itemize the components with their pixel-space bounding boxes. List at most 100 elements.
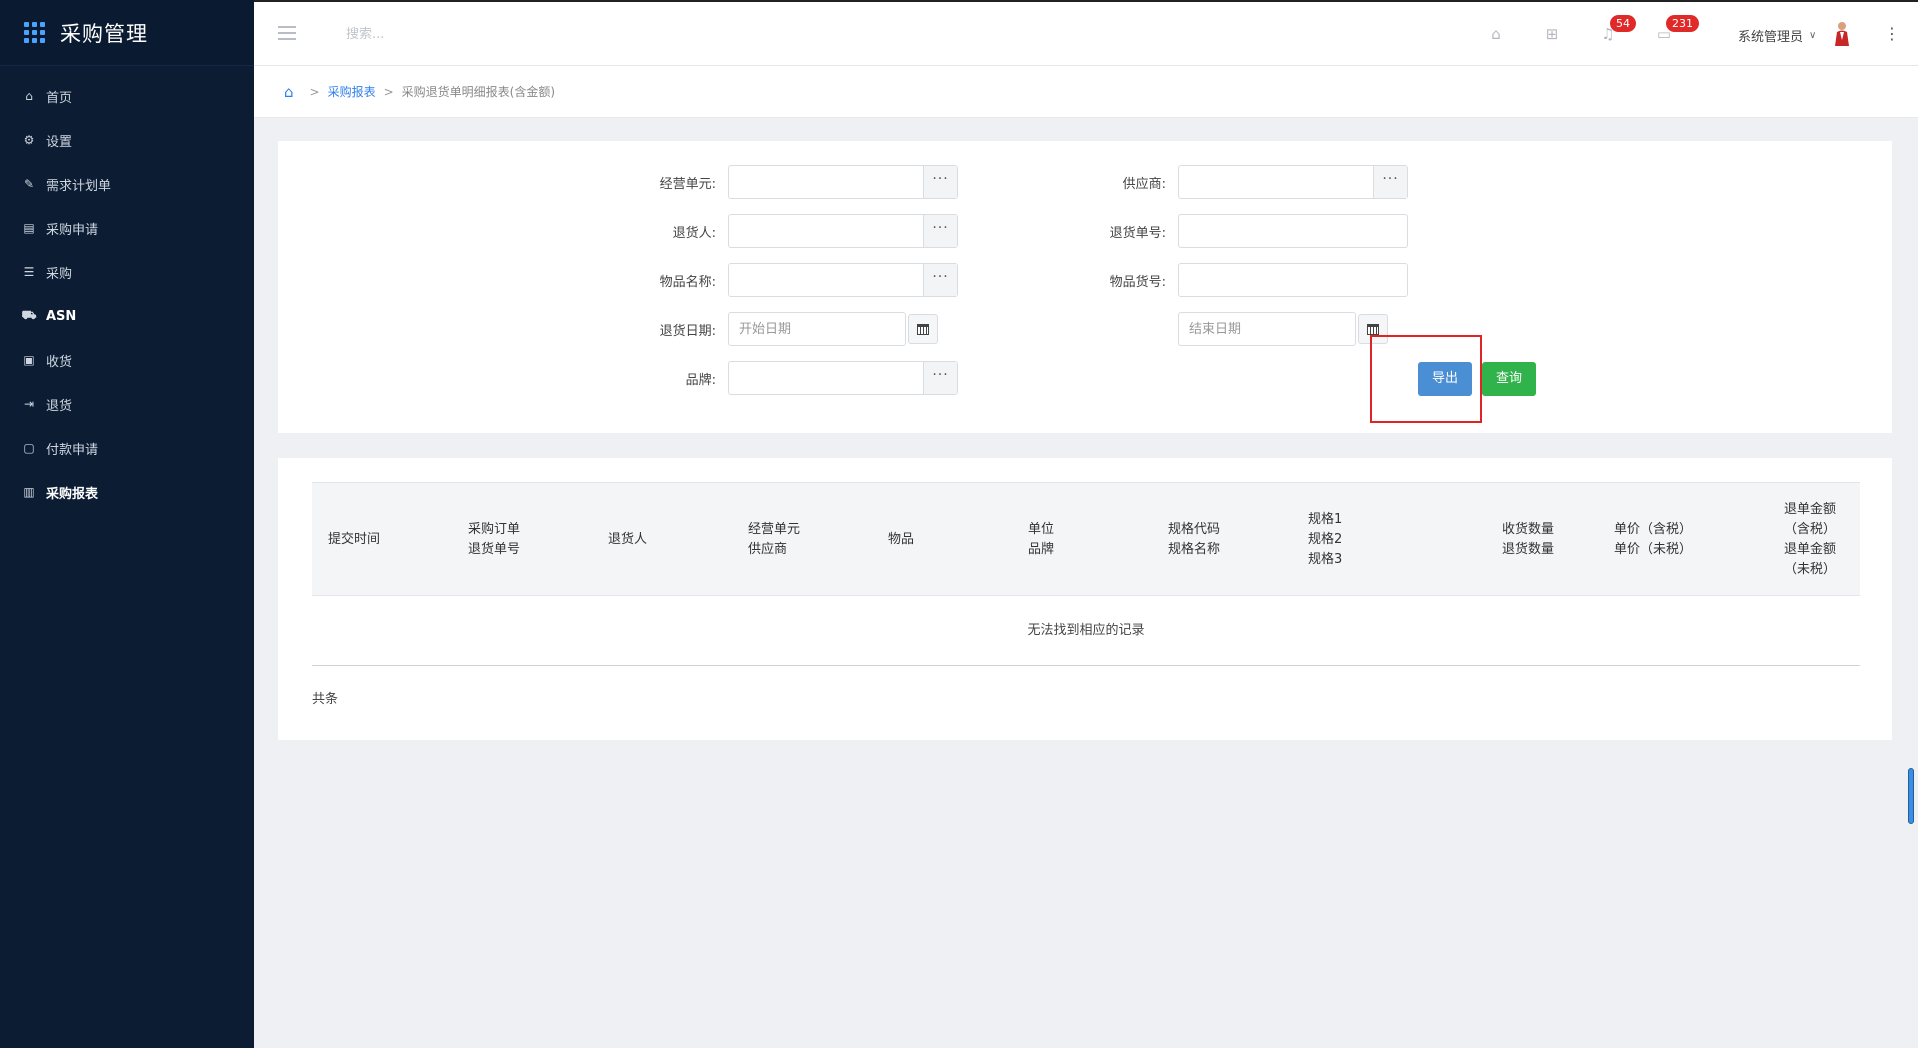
sidebar-item-label: 首页 (46, 90, 73, 106)
column-header-item[interactable]: 物品 (888, 483, 914, 597)
start-date-calendar-button[interactable] (908, 314, 938, 344)
brand-field[interactable]: ··· (728, 361, 958, 395)
item-code-input[interactable] (1179, 264, 1407, 296)
list-doc-icon: ☰ (23, 265, 35, 279)
highlight-box (1370, 335, 1482, 423)
breadcrumb-separator: > (309, 84, 320, 99)
returner-field[interactable]: ··· (728, 214, 958, 248)
table-header: 提交时间 采购订单 退货单号 退货人 经营单元 供应商 物品 单位 品牌 规格代… (312, 482, 1860, 596)
breadcrumb-link-report[interactable]: 采购报表 (328, 83, 376, 100)
sidebar-item-label: 设置 (46, 134, 73, 150)
filter-brand: 品牌: ··· (626, 361, 958, 395)
returner-label: 退货人: (672, 225, 716, 241)
apps-grid-icon[interactable] (24, 21, 46, 44)
column-header-quantities[interactable]: 收货数量 退货数量 (1502, 483, 1554, 597)
sidebar-item-home[interactable]: ⌂ 首页 (0, 74, 254, 118)
business-unit-picker-button[interactable]: ··· (923, 166, 957, 198)
sidebar-item-label: 需求计划单 (46, 178, 112, 194)
sidebar-item-label: 退货 (46, 398, 73, 414)
query-button[interactable]: 查询 (1482, 362, 1536, 396)
item-code-label: 物品货号: (1109, 274, 1166, 290)
notifications-badge: 54 (1610, 15, 1636, 32)
start-date-field[interactable] (728, 312, 906, 346)
sidebar-item-label: 收货 (46, 354, 73, 370)
end-date-input[interactable] (1179, 313, 1355, 345)
item-name-field[interactable]: ··· (728, 263, 958, 297)
scroll-handle[interactable] (1908, 768, 1914, 824)
start-date-input[interactable] (729, 313, 905, 345)
sidebar: 采购管理 ⌂ 首页 ⚙ 设置 ✎ 需求计划单 ▤ 采购申请 ☰ 采购 ⛟ ASN… (0, 0, 254, 1048)
column-header-unit-prices[interactable]: 单价（含税） 单价（未税） (1614, 483, 1692, 597)
filter-item-name: 物品名称: ··· (626, 263, 958, 297)
sidebar-item-label: 采购报表 (46, 486, 99, 502)
business-unit-field[interactable]: ··· (728, 165, 958, 199)
column-header-unit-brand[interactable]: 单位 品牌 (1028, 483, 1054, 597)
sidebar-item-purchase-request[interactable]: ▤ 采购申请 (0, 206, 254, 250)
filter-return-date-end (1178, 312, 1388, 346)
bar-chart-icon: ▥ (23, 485, 35, 499)
messages-badge: 231 (1666, 15, 1699, 32)
sidebar-item-label: 采购申请 (46, 222, 99, 238)
sidebar-item-label: 采购 (46, 266, 73, 282)
sidebar-item-receiving[interactable]: ▣ 收货 (0, 338, 254, 382)
brand-header: 采购管理 (0, 0, 254, 66)
filter-business-unit: 经营单元: ··· (626, 165, 958, 199)
sidebar-item-purchase-report[interactable]: ▥ 采购报表 (0, 470, 254, 514)
supplier-picker-button[interactable]: ··· (1373, 166, 1407, 198)
sidebar-item-asn[interactable]: ⛟ ASN (0, 294, 254, 338)
filter-return-no: 退货单号: (1076, 214, 1408, 248)
sidebar-item-purchase[interactable]: ☰ 采购 (0, 250, 254, 294)
calendar-icon (917, 323, 929, 335)
chevron-down-icon: ∨ (1809, 30, 1817, 41)
payment-doc-icon: ▢ (23, 441, 35, 455)
clipboard-icon: ▤ (23, 221, 35, 235)
column-header-business-unit-supplier[interactable]: 经营单元 供应商 (748, 483, 800, 597)
end-date-field[interactable] (1178, 312, 1356, 346)
avatar[interactable] (1832, 20, 1852, 46)
top-bar: ⌂ ⊞ ♫ 54 ▭ 231 系统管理员 ∨ ⋮ (254, 0, 1918, 66)
sidebar-item-settings[interactable]: ⚙ 设置 (0, 118, 254, 162)
inbox-icon: ▣ (23, 353, 35, 367)
home-icon: ⌂ (25, 89, 33, 103)
sidebar-item-label: 付款申请 (46, 442, 99, 458)
column-header-order-return-no[interactable]: 采购订单 退货单号 (468, 483, 520, 597)
brand-label: 品牌: (685, 372, 716, 388)
bell-icon[interactable]: ♫ 54 (1598, 15, 1636, 44)
return-no-input[interactable] (1179, 215, 1407, 247)
column-header-specs[interactable]: 规格1 规格2 规格3 (1308, 483, 1342, 597)
return-no-label: 退货单号: (1109, 225, 1166, 241)
return-no-field[interactable] (1178, 214, 1408, 248)
message-icon[interactable]: ▭ 231 (1654, 15, 1699, 44)
filter-item-code: 物品货号: (1076, 263, 1408, 297)
empty-state-message: 无法找到相应的记录 (312, 596, 1860, 666)
filter-return-date-start: 退货日期: (626, 312, 938, 346)
app-title: 采购管理 (60, 21, 148, 46)
search-input[interactable] (346, 24, 566, 44)
menu-toggle-icon[interactable] (278, 26, 296, 40)
item-name-picker-button[interactable]: ··· (923, 264, 957, 296)
item-code-field[interactable] (1178, 263, 1408, 297)
user-menu[interactable]: 系统管理员 ∨ (1738, 26, 1816, 45)
gear-icon: ⚙ (23, 133, 35, 147)
sidebar-item-demand-plan[interactable]: ✎ 需求计划单 (0, 162, 254, 206)
column-header-spec-code-name[interactable]: 规格代码 规格名称 (1168, 483, 1220, 597)
sidebar-item-payment-request[interactable]: ▢ 付款申请 (0, 426, 254, 470)
grid-icon[interactable]: ⊞ (1542, 24, 1562, 44)
sidebar-item-label: ASN (46, 308, 77, 324)
breadcrumb: ⌂ > 采购报表 > 采购退货单明细报表(含金额) (254, 66, 1918, 118)
document-edit-icon: ✎ (23, 177, 35, 191)
returner-picker-button[interactable]: ··· (923, 215, 957, 247)
home-icon[interactable]: ⌂ (284, 83, 294, 101)
sidebar-item-return[interactable]: ⇥ 退货 (0, 382, 254, 426)
column-header-return-amounts[interactable]: 退单金额 （含税） 退单金额 （未税） (1784, 483, 1836, 597)
brand-picker-button[interactable]: ··· (923, 362, 957, 394)
sign-out-icon: ⇥ (23, 397, 35, 411)
supplier-field[interactable]: ··· (1178, 165, 1408, 199)
more-vertical-icon[interactable]: ⋮ (1884, 24, 1900, 43)
filter-returner: 退货人: ··· (626, 214, 958, 248)
business-unit-label: 经营单元: (659, 176, 716, 192)
column-header-submit-time[interactable]: 提交时间 (328, 483, 380, 597)
column-header-returner[interactable]: 退货人 (608, 483, 647, 597)
sidebar-menu: ⌂ 首页 ⚙ 设置 ✎ 需求计划单 ▤ 采购申请 ☰ 采购 ⛟ ASN ▣ 收货… (0, 74, 254, 514)
home-icon[interactable]: ⌂ (1486, 24, 1506, 44)
